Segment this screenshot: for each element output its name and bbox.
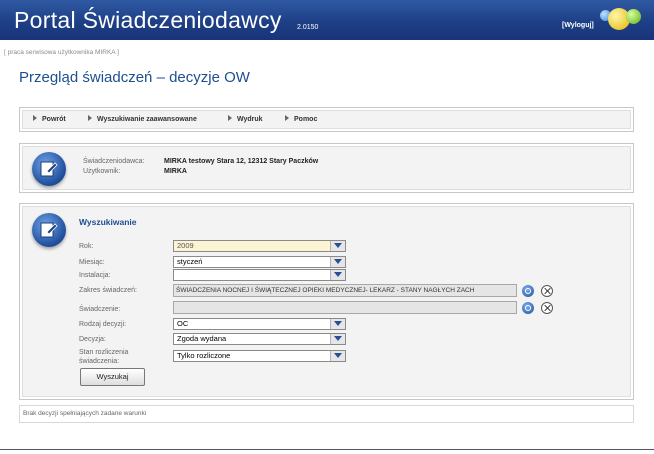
chevron-down-icon <box>330 334 345 344</box>
month-select-value: styczeń <box>177 257 203 266</box>
arrow-right-icon <box>33 115 37 121</box>
scope-search-button[interactable] <box>522 285 534 297</box>
advanced-search-link-label: Wyszukiwanie zaawansowane <box>97 116 197 123</box>
scope-label: Zakres świadczeń: <box>79 287 137 294</box>
logout-link[interactable]: [Wyloguj] <box>562 22 594 29</box>
logo-green-ball <box>626 9 641 24</box>
result-panel: Brak decyzji spełniających zadane warunk… <box>19 405 634 423</box>
decision-select-value: Zgoda wydana <box>177 334 227 343</box>
month-label: Miesiąc: <box>79 259 105 266</box>
year-label: Rok: <box>79 243 94 250</box>
search-document-icon <box>32 213 66 247</box>
provider-label: Świadczeniodawca: <box>83 158 145 165</box>
service-search-button[interactable] <box>522 302 534 314</box>
year-select-value: 2009 <box>177 241 194 250</box>
service-note: [ praca serwisowa użytkownika MIRKA ] <box>4 49 119 56</box>
chevron-down-icon <box>330 257 345 267</box>
back-link-label: Powrót <box>42 116 66 123</box>
footer-divider <box>0 449 654 450</box>
user-value: MIRKA <box>164 168 187 175</box>
app-header: Portal Świadczeniodawcy 2.0150 [Wyloguj] <box>0 0 654 40</box>
arrow-right-icon <box>88 115 92 121</box>
app-title: Portal Świadczeniodawcy <box>14 7 282 33</box>
page-title: Przegląd świadczeń – decyzje OW <box>19 69 250 86</box>
settlement-status-select-value: Tylko rozliczone <box>177 351 231 360</box>
chevron-down-icon <box>330 270 345 280</box>
print-link[interactable]: Wydruk <box>228 115 263 123</box>
provider-value: MIRKA testowy Stara 12, 12312 Stary Pacz… <box>164 158 319 165</box>
advanced-search-link[interactable]: Wyszukiwanie zaawansowane <box>88 115 197 123</box>
chevron-down-icon <box>330 351 345 361</box>
decision-select[interactable]: Zgoda wydana <box>173 333 346 345</box>
service-label: Świadczenie: <box>79 306 121 313</box>
arrow-right-icon <box>285 115 289 121</box>
decision-label: Decyzja: <box>79 336 106 343</box>
arrow-right-icon <box>228 115 232 121</box>
print-link-label: Wydruk <box>237 116 263 123</box>
year-select[interactable]: 2009 <box>173 240 346 252</box>
installation-select[interactable] <box>173 269 346 281</box>
settlement-status-select[interactable]: Tylko rozliczone <box>173 350 346 362</box>
scope-clear-button[interactable] <box>541 285 553 297</box>
service-clear-button[interactable] <box>541 302 553 314</box>
installation-label: Instalacja: <box>79 272 111 279</box>
help-link[interactable]: Pomoc <box>285 115 317 123</box>
document-edit-icon <box>32 152 66 186</box>
decision-type-label: Rodzaj decyzji: <box>79 321 127 328</box>
chevron-down-icon <box>330 319 345 329</box>
app-version: 2.0150 <box>297 24 319 31</box>
search-button[interactable]: Wyszukaj <box>80 368 145 386</box>
help-link-label: Pomoc <box>294 116 318 123</box>
no-results-message: Brak decyzji spełniających zadane warunk… <box>23 410 147 417</box>
search-section-title: Wyszukiwanie <box>79 217 137 227</box>
month-select[interactable]: styczeń <box>173 256 346 268</box>
settlement-status-label: Stan rozliczenia świadczenia: <box>79 349 129 365</box>
back-link[interactable]: Powrót <box>33 115 66 123</box>
brand-logo <box>600 4 644 34</box>
decision-type-select-value: OC <box>177 319 189 328</box>
service-field[interactable] <box>173 301 517 314</box>
scope-field[interactable]: ŚWIADCZENIA NOCNEJ I ŚWIĄTECZNEJ OPIEKI … <box>173 284 517 297</box>
chevron-down-icon <box>330 241 345 251</box>
user-label: Użytkownik: <box>83 168 121 175</box>
decision-type-select[interactable]: OC <box>173 318 346 330</box>
